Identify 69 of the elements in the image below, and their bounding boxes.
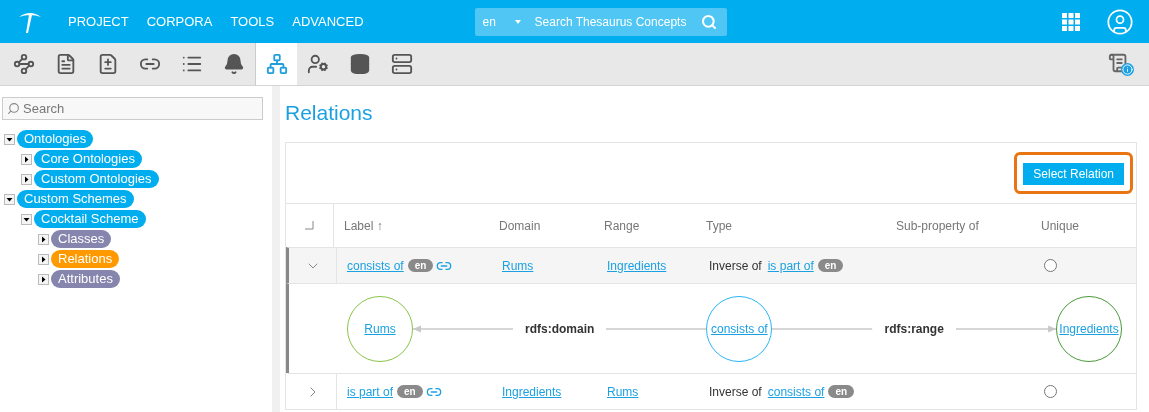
expand-icon[interactable] [38, 253, 49, 265]
sidebar-search-input[interactable]: Search [23, 98, 262, 119]
user-settings-icon [307, 53, 329, 75]
unique-radio[interactable] [1044, 259, 1057, 272]
search-field[interactable]: en Search Thesaurus Concepts [474, 7, 727, 36]
tree-item[interactable]: Custom Ontologies [34, 170, 159, 188]
server-icon [391, 53, 413, 75]
range-link[interactable]: Rums [607, 384, 639, 399]
language-select[interactable]: en [474, 12, 515, 31]
hierarchy-icon [13, 53, 35, 75]
type-text: Inverse of [709, 383, 762, 401]
tree-item[interactable]: Cocktail Scheme [34, 210, 146, 228]
node-link[interactable]: consists of [711, 319, 768, 338]
table-row[interactable]: is part of en Ingredients Rums Inverse of consists of en [286, 373, 1136, 409]
tree-item[interactable]: Relations [51, 250, 120, 268]
nav-link[interactable]: CORPORA [146, 11, 213, 32]
select-all-checkbox[interactable] [305, 221, 314, 230]
compare-icon [97, 53, 119, 75]
node-link[interactable]: Rums [364, 319, 396, 338]
database-icon [349, 53, 371, 75]
bell-icon [223, 53, 245, 75]
language-badge: en [407, 259, 434, 272]
inverse-link[interactable]: consists of [767, 382, 825, 401]
tree-item[interactable]: Custom Schemes [17, 190, 134, 208]
caret-icon [514, 19, 521, 24]
column-header[interactable]: Label ↑ [334, 216, 489, 235]
range-link[interactable]: Ingredients [607, 258, 667, 273]
domain-link[interactable]: Rums [502, 258, 534, 273]
sidebar-search-field[interactable]: Search [2, 97, 263, 120]
info-panel-icon [1108, 52, 1134, 76]
domain-link[interactable]: Ingredients [502, 384, 562, 399]
column-header[interactable]: Range [594, 216, 696, 235]
tree-item[interactable]: Core Ontologies [34, 150, 142, 168]
table-row[interactable]: consists of en Rums Ingredients Inverse of is part of en [286, 247, 1136, 283]
toolbar-button[interactable] [255, 43, 297, 85]
network-icon [265, 53, 288, 75]
nav-link[interactable]: PROJECT [68, 11, 129, 32]
language-badge: en [828, 385, 855, 398]
column-header[interactable]: Sub-property of [886, 216, 1031, 235]
nav-link[interactable]: ADVANCED [292, 11, 364, 32]
tree-item[interactable]: Classes [51, 230, 112, 248]
nav-link[interactable]: TOOLS [230, 11, 275, 32]
column-header[interactable]: Domain [489, 216, 594, 235]
language-badge: en [397, 385, 423, 398]
select-relation-button[interactable]: Select Relation [1023, 163, 1124, 185]
inverse-link[interactable]: is part of [767, 256, 814, 275]
expand-icon[interactable] [38, 273, 49, 285]
relation-link[interactable]: consists of [347, 256, 404, 275]
document-icon [55, 53, 77, 75]
collapse-icon[interactable] [4, 133, 15, 145]
search-input[interactable]: Search Thesaurus Concepts [534, 12, 701, 31]
edge-label: rdfs:domain [524, 320, 596, 338]
tree-item[interactable]: Ontologies [17, 130, 94, 148]
relation-link[interactable]: is part of [347, 382, 394, 401]
unique-radio[interactable] [1044, 385, 1057, 398]
column-header[interactable]: Unique [1031, 216, 1136, 235]
collapse-icon[interactable] [21, 213, 32, 225]
node-link[interactable]: Ingredients [1059, 319, 1119, 338]
collapse-icon[interactable] [4, 193, 15, 205]
tree-item[interactable]: Attributes [51, 270, 120, 288]
expand-icon[interactable] [21, 173, 32, 185]
type-text: Inverse of [709, 257, 762, 275]
search-icon [7, 102, 20, 115]
column-header[interactable]: Type [696, 216, 886, 235]
expand-icon[interactable] [38, 233, 49, 245]
expand-icon[interactable] [21, 153, 32, 165]
page-title: Relations [285, 100, 374, 126]
language-badge: en [817, 259, 844, 272]
edge-label: rdfs:range [883, 320, 945, 338]
